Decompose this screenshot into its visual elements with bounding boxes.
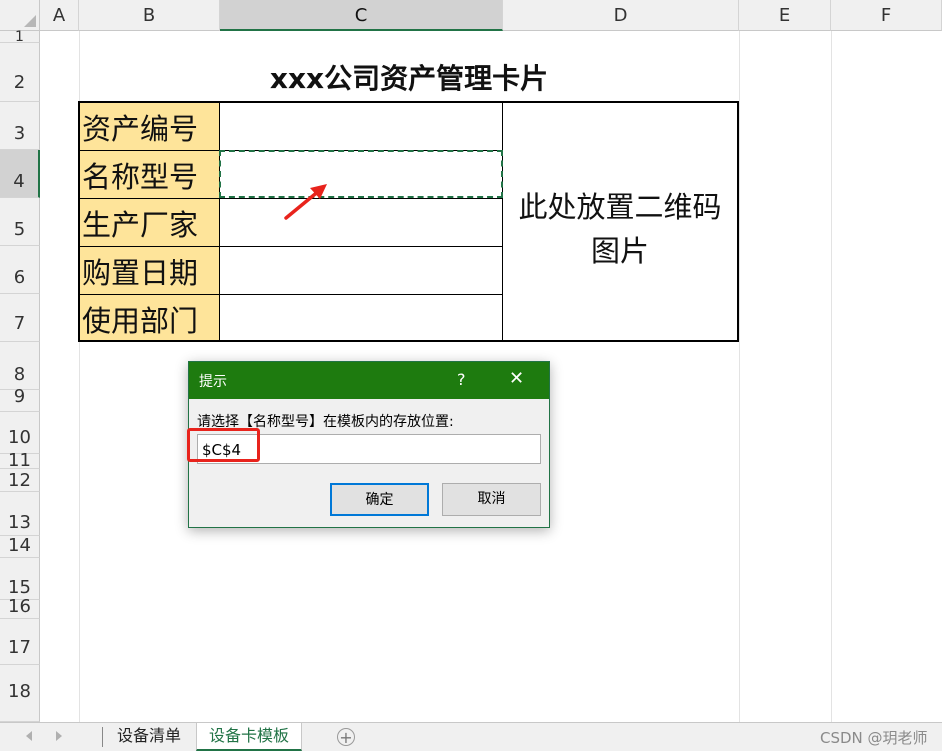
row-header-10[interactable]: 10 (0, 412, 40, 454)
row-header-6[interactable]: 6 (0, 246, 40, 294)
table-border (737, 101, 739, 342)
value-cell-c6[interactable] (220, 247, 502, 294)
copy-selection-marquee (219, 150, 503, 198)
help-icon[interactable]: ? (457, 370, 466, 389)
column-header-f[interactable]: F (831, 0, 942, 31)
select-all-corner[interactable] (0, 0, 40, 31)
row-header-16[interactable]: 16 (0, 598, 40, 619)
cancel-button[interactable]: 取消 (442, 483, 541, 516)
row-header-12[interactable]: 12 (0, 469, 40, 492)
scroll-right-icon[interactable] (56, 731, 62, 741)
row-header-14[interactable]: 14 (0, 536, 40, 558)
row-header-11[interactable]: 11 (0, 452, 40, 470)
row-header-5[interactable]: 5 (0, 198, 40, 246)
sheet-tab-bar: 设备清单 设备卡模板 + CSDN @玥老师 (0, 722, 942, 751)
label-asset-number[interactable]: 资产编号 (79, 103, 219, 150)
dialog-title: 提示 (199, 374, 227, 390)
value-cell-c3[interactable] (220, 103, 502, 150)
card-title: xxx公司资产管理卡片 (269, 62, 549, 95)
table-border (219, 101, 220, 342)
watermark: CSDN @玥老师 (820, 729, 928, 747)
row-header-18[interactable]: 18 (0, 665, 40, 722)
column-header-b[interactable]: B (79, 0, 220, 31)
scroll-left-icon[interactable] (26, 731, 32, 741)
dialog-titlebar[interactable]: 提示 ? ✕ (189, 362, 549, 399)
label-model-name[interactable]: 名称型号 (79, 151, 219, 198)
value-cell-c7[interactable] (220, 295, 502, 341)
row-header-7[interactable]: 7 (0, 294, 40, 342)
row-header-3[interactable]: 3 (0, 102, 40, 150)
table-border (78, 340, 739, 342)
table-border (78, 246, 503, 247)
qr-placeholder-cell[interactable]: 此处放置二维码 图片 (503, 103, 737, 340)
prompt-dialog: 提示 ? ✕ 请选择【名称型号】在模板内的存放位置: $C$4 确定 取消 (187, 361, 550, 528)
qr-placeholder-text-line2: 图片 (590, 234, 649, 268)
column-header-c[interactable]: C (220, 0, 503, 31)
red-arrow-annotation (284, 184, 327, 220)
row-header-15[interactable]: 15 (0, 558, 40, 600)
row-header-4[interactable]: 4 (0, 150, 40, 198)
input-highlight-box (187, 428, 260, 462)
row-header-8[interactable]: 8 (0, 342, 40, 390)
row-header-13[interactable]: 13 (0, 492, 40, 536)
plus-icon: + (339, 728, 353, 747)
row-header-1[interactable]: 1 (0, 30, 40, 44)
row-header-2[interactable]: 2 (0, 43, 40, 102)
value-cell-c5[interactable] (220, 199, 502, 246)
row-header-17[interactable]: 17 (0, 619, 40, 665)
tab-divider (102, 727, 103, 747)
table-border (78, 294, 503, 295)
tab-device-list[interactable]: 设备清单 (104, 723, 194, 751)
qr-placeholder-text-line1: 此处放置二维码 (518, 190, 722, 224)
row-header-9[interactable]: 9 (0, 388, 40, 412)
gridline (739, 31, 740, 722)
gridline (831, 31, 832, 722)
label-department[interactable]: 使用部门 (79, 295, 219, 341)
label-manufacturer[interactable]: 生产厂家 (79, 199, 219, 246)
tab-device-card-template[interactable]: 设备卡模板 (196, 723, 302, 751)
table-border (78, 101, 80, 342)
column-header-a[interactable]: A (40, 0, 79, 31)
label-purchase-date[interactable]: 购置日期 (79, 247, 219, 294)
close-icon[interactable]: ✕ (509, 368, 524, 389)
add-sheet-button[interactable]: + (337, 728, 355, 746)
ok-button[interactable]: 确定 (330, 483, 429, 516)
column-header-e[interactable]: E (739, 0, 831, 31)
column-header-d[interactable]: D (503, 0, 739, 31)
